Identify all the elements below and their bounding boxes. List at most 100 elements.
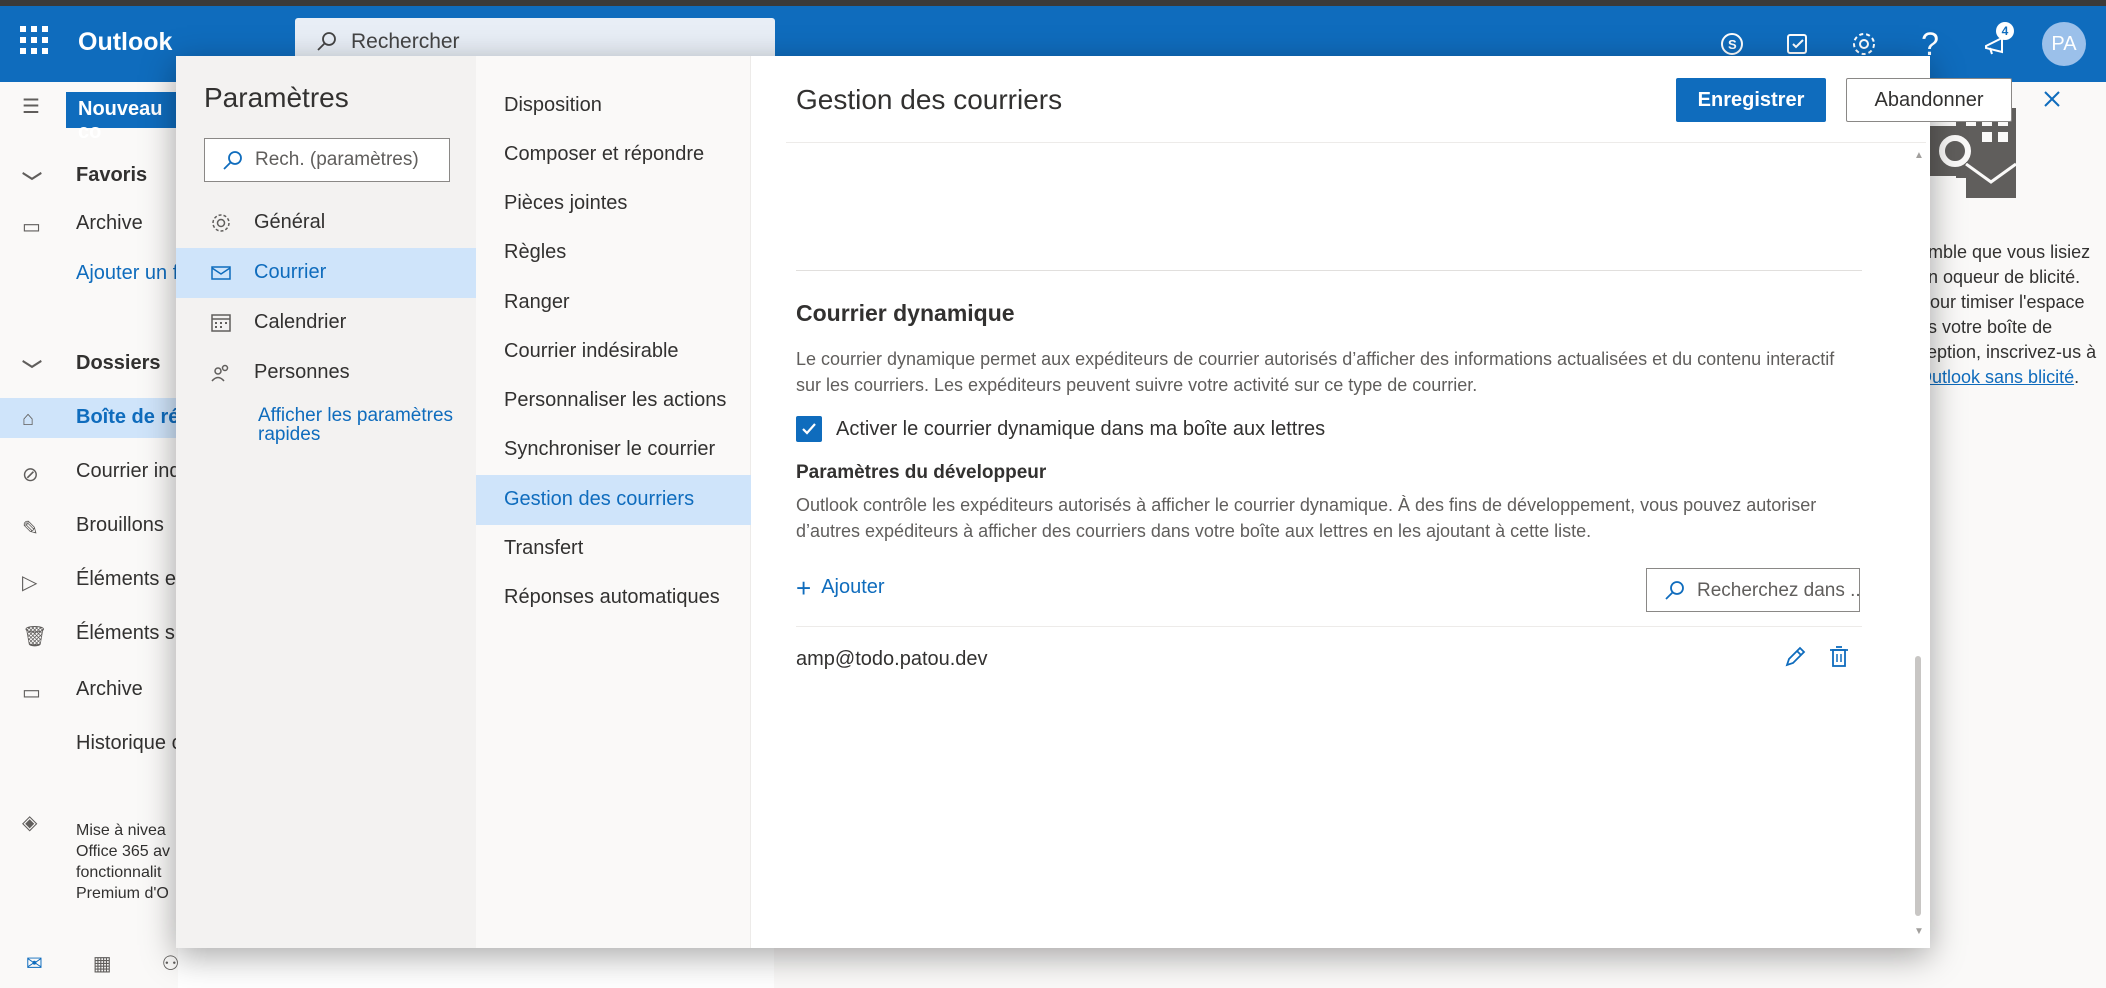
delete-icon[interactable] [1826,644,1854,672]
nav-inbox[interactable]: ⌂ Boîte de réc [0,398,178,438]
subcategory-sweep[interactable]: Ranger [476,278,751,328]
app-brand[interactable]: Outlook [78,28,172,57]
nav-label: Historique c [76,732,178,754]
pencil-icon: ✎ [22,518,39,540]
settings-search-input[interactable]: Rech. (paramètres) [204,138,450,182]
left-navigation: ☰ Nouveau co ﹀ Favoris ▭ Archive Ajouter… [0,82,186,988]
chevron-down-icon: ﹀ [22,360,42,382]
block-icon: ⊘ [22,464,39,486]
calendar-icon [210,312,234,336]
search-placeholder: Rechercher [351,30,460,53]
subcategory-attachments[interactable]: Pièces jointes [476,179,751,229]
gear-icon [210,212,234,236]
add-label: Ajouter [821,576,885,598]
section-divider [796,270,1862,271]
plus-icon: + [796,572,812,603]
upgrade-line: Premium d'O [76,885,169,902]
add-sender-button[interactable]: + Ajouter [796,572,885,603]
new-mail-button[interactable]: Nouveau co [66,92,186,143]
nav-label: Éléments en [76,568,178,590]
settings-subcategories-column: Disposition Composer et répondre Pièces … [476,56,751,948]
subcategory-rules[interactable]: Règles [476,228,751,278]
subcategory-compose-reply[interactable]: Composer et répondre [476,130,751,180]
subcategory-automatic-replies[interactable]: Réponses automatiques [476,573,751,623]
calendar-icon[interactable]: ▦ [93,951,112,976]
category-label: Personnes [254,361,350,383]
mail-icon [210,262,234,286]
nav-label: Courrier ind [76,460,178,482]
discard-button[interactable]: Abandonner [1846,78,2012,122]
subcategory-junk-email[interactable]: Courrier indésirable [476,327,751,377]
nav-drafts[interactable]: ✎ Brouillons [0,506,178,546]
upgrade-promo[interactable]: Mise à nivea Office 365 av fonctionnalit… [76,820,176,904]
search-icon [221,149,245,179]
nav-favorites[interactable]: ﹀ Favoris [0,156,178,196]
nav-label: Brouillons [76,514,164,536]
subcategory-customize-actions[interactable]: Personnaliser les actions [476,376,751,426]
send-icon: ▷ [22,572,38,594]
edit-icon[interactable] [1782,644,1810,672]
header-divider [786,142,1926,143]
subcategory-forwarding[interactable]: Transfert [476,524,751,574]
app-launcher-icon[interactable] [20,26,48,54]
category-label: Général [254,211,326,233]
save-button[interactable]: Enregistrer [1676,78,1826,122]
category-calendar[interactable]: Calendrier [176,298,476,348]
ad-text-end: . [2074,367,2080,387]
settings-categories-column: Paramètres Rech. (paramètres) Général Co… [176,56,476,948]
hamburger-icon: ☰ [22,96,40,118]
sender-address: amp@todo.patou.dev [796,648,988,670]
checkmark-icon [802,423,816,435]
section-description: Le courrier dynamique permet aux expédit… [796,349,1835,395]
search-icon [1663,579,1687,609]
settings-search-placeholder: Rech. (paramètres) [255,149,419,170]
dynamic-mail-checkbox[interactable] [796,416,822,442]
chevron-down-icon: ﹀ [22,172,42,194]
scroll-down-arrow-icon[interactable]: ▼ [1914,926,1924,937]
subcategory-message-handling[interactable]: Gestion des courriers [476,475,751,525]
people-icon[interactable]: ⚇ [162,951,180,976]
scroll-up-arrow-icon[interactable]: ▲ [1914,150,1924,161]
dynamic-mail-option[interactable]: Activer le courrier dynamique dans ma bo… [796,414,1325,444]
upgrade-line: Mise à nivea [76,822,166,839]
category-people[interactable]: Personnes [176,348,476,398]
list-item[interactable]: amp@todo.patou.dev [796,636,1862,680]
nav-deleted[interactable]: 🗑 Éléments su [0,614,178,654]
nav-label: Archive [76,212,143,234]
list-divider [796,626,1862,627]
ad-text: emble que vous lisiez un oqueur de blici… [1918,242,2097,362]
category-mail[interactable]: Courrier [176,248,476,298]
checkbox-label: Activer le courrier dynamique dans ma bo… [836,417,1326,440]
sender-search-input[interactable]: Recherchez dans ... [1646,568,1860,612]
upgrade-line: Office 365 av [76,843,170,860]
nav-sent[interactable]: ▷ Éléments en [0,560,178,600]
close-button[interactable] [2037,84,2067,114]
mail-icon[interactable]: ✉ [26,951,43,976]
nav-junk[interactable]: ⊘ Courrier ind [0,452,178,492]
nav-archive[interactable]: ▭ Archive [0,204,178,244]
category-general[interactable]: Général [176,198,476,248]
settings-dialog: Paramètres Rech. (paramètres) Général Co… [176,56,2060,948]
subcategory-layout[interactable]: Disposition [476,81,751,131]
avatar[interactable]: PA [2042,22,2086,66]
whats-new-icon[interactable]: 4 [1976,22,2016,64]
section-title: Courrier dynamique [796,300,1015,326]
notification-badge: 4 [1996,22,2014,40]
nav-add-favorite[interactable]: Ajouter un f [0,254,178,294]
diamond-icon: ◈ [22,812,38,834]
nav-folders[interactable]: ﹀ Dossiers [0,344,178,384]
nav-archive-folder[interactable]: ▭ Archive [0,670,178,710]
scrollbar-thumb[interactable] [1915,656,1921,916]
sender-search-placeholder: Recherchez dans ... [1697,580,1860,601]
nav-label: Dossiers [76,352,161,374]
nav-history[interactable]: Historique c [0,724,178,764]
close-icon [2044,91,2060,107]
nav-label: Éléments su [76,622,178,644]
archive-icon: ▭ [22,216,41,238]
ad-free-link[interactable]: Outlook sans blicité [1918,367,2074,387]
quick-settings-link[interactable]: Afficher les paramètres rapides [258,406,458,444]
pane-title: Gestion des courriers [796,84,1063,115]
settings-detail-pane: Gestion des courriers Enregistrer Abando… [751,56,2060,948]
subcategory-sync-email[interactable]: Synchroniser le courrier [476,425,751,475]
category-label: Courrier [254,261,327,283]
